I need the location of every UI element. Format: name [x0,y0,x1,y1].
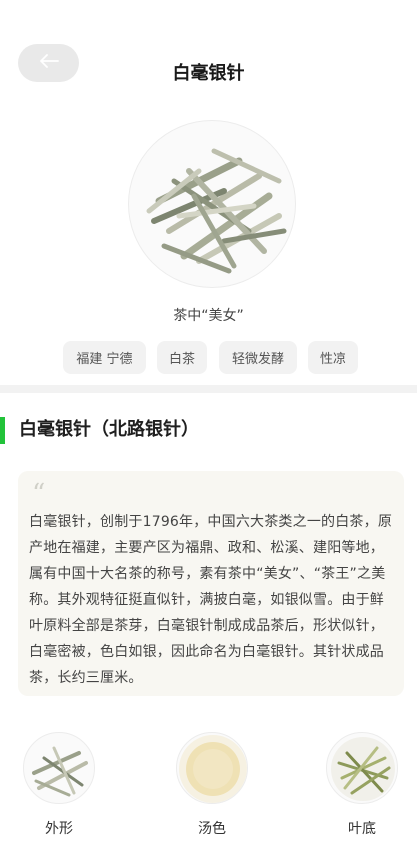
description-card: “ 白毫银针，创制于1796年，中国六大茶类之一的白茶，原产地在福建，主要产区为… [18,471,404,696]
thumbnail-row: 外形 汤色 叶底 [0,732,417,842]
tea-leaves-image [128,120,296,288]
brewed-leaf-image [326,732,398,804]
tag-nature: 性凉 [308,341,358,374]
tag-list: 福建 宁德 白茶 轻微发酵 性凉 [0,341,417,374]
tea-subtitle: 茶中“美女” [173,308,244,324]
quote-icon: “ [32,479,46,509]
thumbnail-label: 汤色 [198,821,226,837]
thumbnail-appearance[interactable]: 外形 [19,732,99,842]
dry-leaf-image [23,732,95,804]
tag-fermentation: 轻微发酵 [219,341,297,374]
page-title: 白毫银针 [172,63,245,84]
section-title: 白毫银针（北路银针） [19,419,199,440]
tag-category: 白茶 [157,341,207,374]
description-text: 白毫银针，创制于1796年，中国六大茶类之一的白茶，原产地在福建，主要产区为福鼎… [29,514,393,686]
thumbnail-brewed-leaf[interactable]: 叶底 [322,732,402,842]
tag-origin: 福建 宁德 [63,341,146,374]
thumbnail-liquor[interactable]: 汤色 [172,732,252,842]
thumbnail-label: 叶底 [348,821,376,837]
thumbnail-label: 外形 [45,821,73,837]
tea-liquor-image [176,732,248,804]
section-divider [0,385,417,393]
section-accent-bar [0,417,5,444]
header: 白毫银针 [0,0,417,110]
